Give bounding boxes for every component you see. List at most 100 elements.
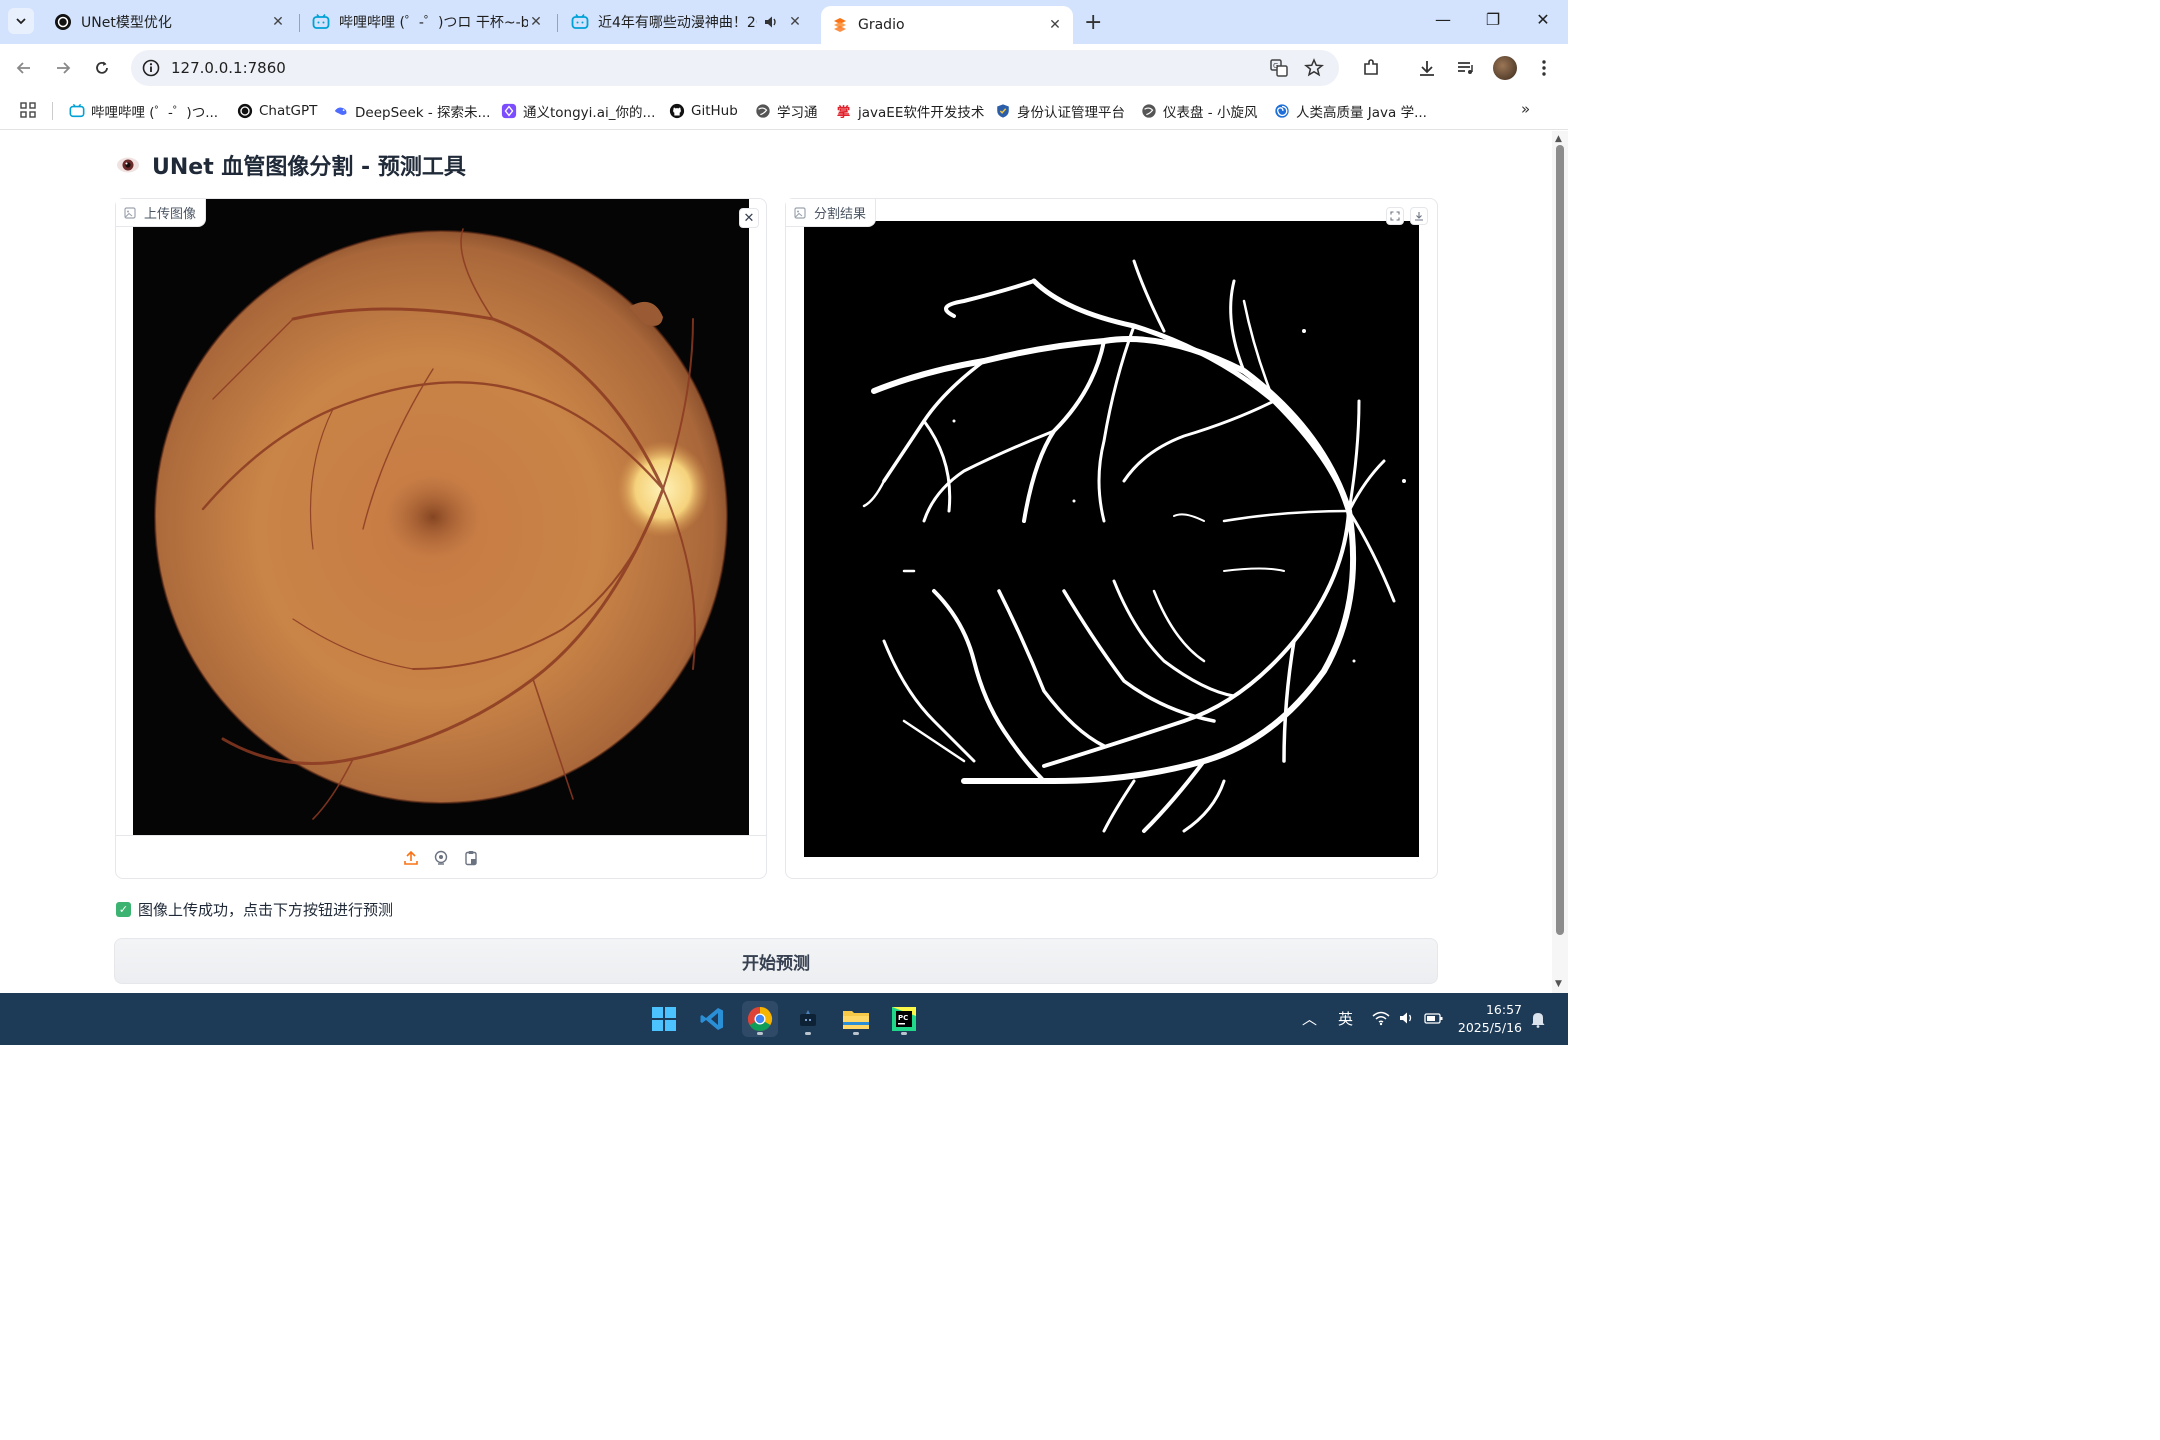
battery-icon[interactable] bbox=[1424, 1010, 1444, 1026]
reload-icon bbox=[96, 61, 108, 74]
segmentation-result-image[interactable] bbox=[804, 221, 1419, 857]
tab-unet[interactable]: UNet模型优化 ✕ bbox=[44, 6, 296, 38]
clear-image-button[interactable]: ✕ bbox=[739, 208, 759, 228]
svg-text:PC: PC bbox=[898, 1014, 908, 1022]
taskbar: PC ︿ 英 16:57 2025/5/16 bbox=[0, 993, 1568, 1045]
taskbar-chrome[interactable] bbox=[742, 1001, 778, 1037]
bookmark-java[interactable]: 人类高质量 Java 学... bbox=[1274, 100, 1427, 122]
bookmark-label: 人类高质量 Java 学... bbox=[1296, 105, 1427, 121]
download-icon bbox=[1420, 61, 1434, 76]
webcam-source-button[interactable] bbox=[432, 849, 450, 867]
bookmark-label: ChatGPT bbox=[259, 103, 318, 119]
bookmark-xuexitong[interactable]: 学习通 bbox=[755, 100, 818, 122]
forward-button[interactable] bbox=[51, 56, 75, 80]
fullscreen-button[interactable] bbox=[1386, 207, 1404, 225]
tab-title: UNet模型优化 bbox=[81, 15, 172, 31]
close-icon[interactable]: ✕ bbox=[787, 14, 803, 30]
tab-bilibili[interactable]: 哔哩哔哩 (゜-゜)つロ 干杯~-bili ✕ bbox=[302, 6, 554, 38]
taskbar-app-dark[interactable] bbox=[790, 1001, 826, 1037]
system-clock[interactable]: 16:57 2025/5/16 bbox=[1452, 1001, 1522, 1037]
tab-anime[interactable]: 近4年有哪些动漫神曲！2024 ✕ bbox=[561, 6, 813, 38]
bookmark-bilibili[interactable]: 哔哩哔哩 (゜-゜)つ... bbox=[69, 100, 218, 122]
close-icon[interactable]: ✕ bbox=[1047, 17, 1063, 33]
restore-button[interactable]: ❐ bbox=[1478, 10, 1508, 29]
scroll-down-icon[interactable]: ▼ bbox=[1555, 979, 1562, 989]
output-image-label: 分割结果 bbox=[786, 199, 877, 227]
close-icon: ✕ bbox=[743, 210, 755, 226]
profile-avatar[interactable] bbox=[1493, 56, 1517, 80]
page-scrollbar[interactable]: ▲ ▼ bbox=[1552, 131, 1568, 993]
clipboard-icon bbox=[465, 850, 477, 865]
bookmark-auth[interactable]: 身份认证管理平台 bbox=[995, 100, 1125, 122]
tray-overflow-icon[interactable]: ︿ bbox=[1302, 1008, 1317, 1029]
clipboard-source-button[interactable] bbox=[462, 849, 480, 867]
image-icon bbox=[124, 206, 136, 219]
reload-button[interactable] bbox=[90, 56, 114, 80]
vscode-icon bbox=[700, 1008, 723, 1030]
bookmark-label: 身份认证管理平台 bbox=[1017, 105, 1125, 121]
bookmark-dashboard[interactable]: 仪表盘 - 小旋风 bbox=[1141, 100, 1257, 122]
bookmark-github[interactable]: GitHub bbox=[669, 100, 738, 122]
downloads-button[interactable] bbox=[1415, 56, 1439, 80]
taskbar-pycharm[interactable]: PC bbox=[886, 1001, 922, 1037]
upload-source-button[interactable] bbox=[402, 849, 420, 867]
close-window-button[interactable]: ✕ bbox=[1528, 10, 1558, 29]
upload-icon bbox=[404, 850, 418, 865]
tab-gradio[interactable]: Gradio ✕ bbox=[821, 6, 1073, 44]
svg-text:G: G bbox=[1273, 62, 1278, 70]
bookmark-label: 通义tongyi.ai_你的... bbox=[523, 105, 656, 121]
browser-toolbar: 127.0.0.1:7860 G bbox=[0, 44, 1568, 92]
arrow-right-icon bbox=[57, 62, 71, 74]
predict-button[interactable]: 开始预测 bbox=[114, 938, 1438, 984]
windows-icon bbox=[652, 1007, 676, 1031]
fundus-image[interactable] bbox=[133, 199, 749, 835]
media-icon bbox=[1458, 62, 1473, 74]
new-tab-button[interactable]: + bbox=[1084, 10, 1102, 35]
tab-title: Gradio bbox=[858, 17, 905, 33]
translate-icon[interactable]: G bbox=[1269, 58, 1289, 78]
extensions-button[interactable] bbox=[1359, 56, 1383, 80]
url-text: 127.0.0.1:7860 bbox=[171, 59, 286, 77]
media-control-button[interactable] bbox=[1453, 56, 1477, 80]
menu-button[interactable] bbox=[1532, 56, 1556, 80]
tab-search-button[interactable] bbox=[8, 8, 34, 34]
notification-bell-icon[interactable] bbox=[1530, 1010, 1546, 1028]
webcam-icon bbox=[434, 850, 448, 865]
scroll-thumb[interactable] bbox=[1556, 145, 1564, 935]
bookmark-deepseek[interactable]: DeepSeek - 探索未... bbox=[333, 100, 490, 122]
info-icon[interactable] bbox=[141, 58, 161, 78]
arrow-left-icon bbox=[16, 62, 30, 74]
output-label-text: 分割结果 bbox=[814, 207, 867, 222]
bookmark-chatgpt[interactable]: ChatGPT bbox=[237, 100, 317, 122]
input-label-text: 上传图像 bbox=[144, 207, 197, 222]
taskbar-explorer[interactable] bbox=[838, 1001, 874, 1037]
speaker-icon[interactable] bbox=[763, 14, 779, 30]
minimize-button[interactable]: — bbox=[1428, 10, 1458, 29]
bookmark-tongyi[interactable]: 通义tongyi.ai_你的... bbox=[501, 100, 655, 122]
ime-indicator[interactable]: 英 bbox=[1338, 1008, 1353, 1029]
output-image-panel: 分割结果 bbox=[785, 198, 1438, 879]
tongyi-icon bbox=[501, 103, 517, 119]
terminal-app-icon bbox=[800, 1010, 816, 1026]
download-result-button[interactable] bbox=[1410, 207, 1428, 225]
star-icon[interactable] bbox=[1304, 58, 1324, 78]
close-icon[interactable]: ✕ bbox=[528, 14, 544, 30]
tab-strip: UNet模型优化 ✕ 哔哩哔哩 (゜-゜)つロ 干杯~-bili ✕ 近4年有哪… bbox=[0, 0, 1568, 44]
scroll-up-icon[interactable]: ▲ bbox=[1555, 134, 1562, 144]
taskbar-vscode[interactable] bbox=[694, 1001, 730, 1037]
address-bar[interactable]: 127.0.0.1:7860 G bbox=[131, 50, 1339, 86]
zhang-icon: 掌 bbox=[837, 103, 850, 119]
pycharm-icon: PC bbox=[892, 1007, 916, 1031]
folder-icon bbox=[843, 1011, 869, 1029]
bookmark-label: GitHub bbox=[691, 103, 738, 119]
fundus-photo bbox=[133, 199, 749, 835]
bookmarks-overflow-icon[interactable]: » bbox=[1521, 100, 1530, 118]
back-button[interactable] bbox=[12, 56, 36, 80]
bilibili-icon bbox=[69, 103, 85, 118]
close-icon[interactable]: ✕ bbox=[270, 14, 286, 30]
apps-grid-icon[interactable] bbox=[20, 102, 36, 118]
wifi-icon[interactable] bbox=[1372, 1010, 1390, 1026]
start-button[interactable] bbox=[646, 1001, 682, 1037]
volume-icon[interactable] bbox=[1398, 1010, 1416, 1026]
bookmark-javaee[interactable]: 掌 javaEE软件开发技术 bbox=[836, 100, 984, 122]
